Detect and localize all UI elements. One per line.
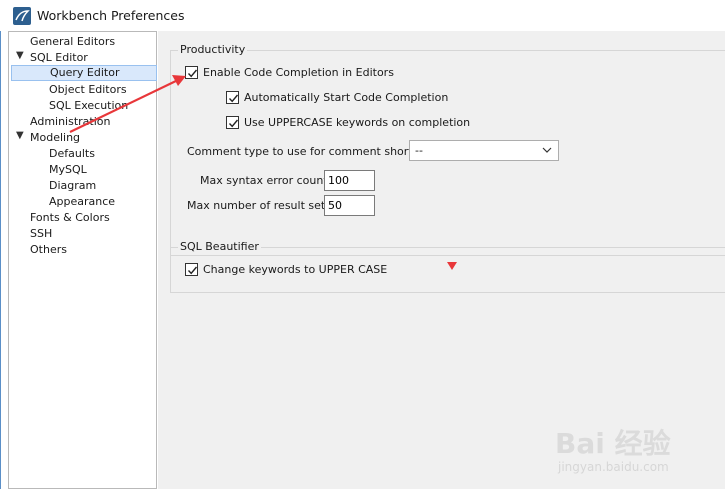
tree-item-fonts-colors[interactable]: Fonts & Colors [30,210,110,226]
annotation-marker-icon [447,262,457,270]
checkmark-icon [228,94,239,103]
tree-item-general-editors[interactable]: General Editors [30,34,115,50]
enable-code-completion-label[interactable]: Enable Code Completion in Editors [203,66,394,79]
uppercase-keywords-label[interactable]: Use UPPERCASE keywords on completion [244,116,470,129]
window-border [0,31,1,489]
watermark-url: jingyan.baidu.com [558,460,669,474]
mysql-workbench-icon [13,7,31,25]
title-bar: Workbench Preferences [0,0,725,31]
tree-item-ssh[interactable]: SSH [30,226,52,242]
enable-code-completion-checkbox[interactable] [185,66,198,79]
tree-item-appearance[interactable]: Appearance [49,194,115,210]
max-syntax-errors-input[interactable] [324,170,375,191]
tree-item-sql-execution[interactable]: SQL Execution [49,98,128,114]
tree-item-defaults[interactable]: Defaults [49,146,95,162]
auto-start-completion-label[interactable]: Automatically Start Code Completion [244,91,448,104]
max-result-sets-label: Max number of result sets: [187,199,335,212]
expand-modeling-icon[interactable]: ▼ [16,130,24,141]
checkmark-icon [187,266,198,275]
tree-item-others[interactable]: Others [30,242,67,258]
tree-item-sql-editor[interactable]: SQL Editor [30,50,88,66]
uppercase-keywords-checkbox[interactable] [226,116,239,129]
tree-item-administration[interactable]: Administration [30,114,111,130]
auto-start-completion-checkbox[interactable] [226,91,239,104]
chevron-down-icon [542,147,552,153]
window-title: Workbench Preferences [37,8,185,23]
tree-item-object-editors[interactable]: Object Editors [49,82,127,98]
tree-item-query-editor[interactable]: Query Editor [11,65,157,81]
max-result-sets-input[interactable] [324,195,375,216]
productivity-title: Productivity [178,43,248,56]
preferences-tree[interactable]: General Editors ▼ SQL Editor Query Edito… [8,31,157,489]
expand-sql-editor-icon[interactable]: ▼ [16,50,24,61]
watermark-brand: Bai 经验 [555,427,671,460]
change-keywords-upper-checkbox[interactable] [185,263,198,276]
max-syntax-errors-label: Max syntax error count: [200,174,332,187]
comment-type-label: Comment type to use for comment shortcut… [187,145,434,158]
tree-item-mysql[interactable]: MySQL [49,162,87,178]
change-keywords-upper-label[interactable]: Change keywords to UPPER CASE [203,263,387,276]
comment-type-value: -- [415,144,423,157]
checkmark-icon [228,119,239,128]
sql-beautifier-title: SQL Beautifier [178,240,261,253]
checkmark-icon [187,69,198,78]
baidu-watermark: Bai 经验 jingyan.baidu.com [555,412,725,489]
tree-item-modeling[interactable]: Modeling [30,130,80,146]
comment-type-select[interactable]: -- [409,140,559,161]
tree-item-diagram[interactable]: Diagram [49,178,96,194]
